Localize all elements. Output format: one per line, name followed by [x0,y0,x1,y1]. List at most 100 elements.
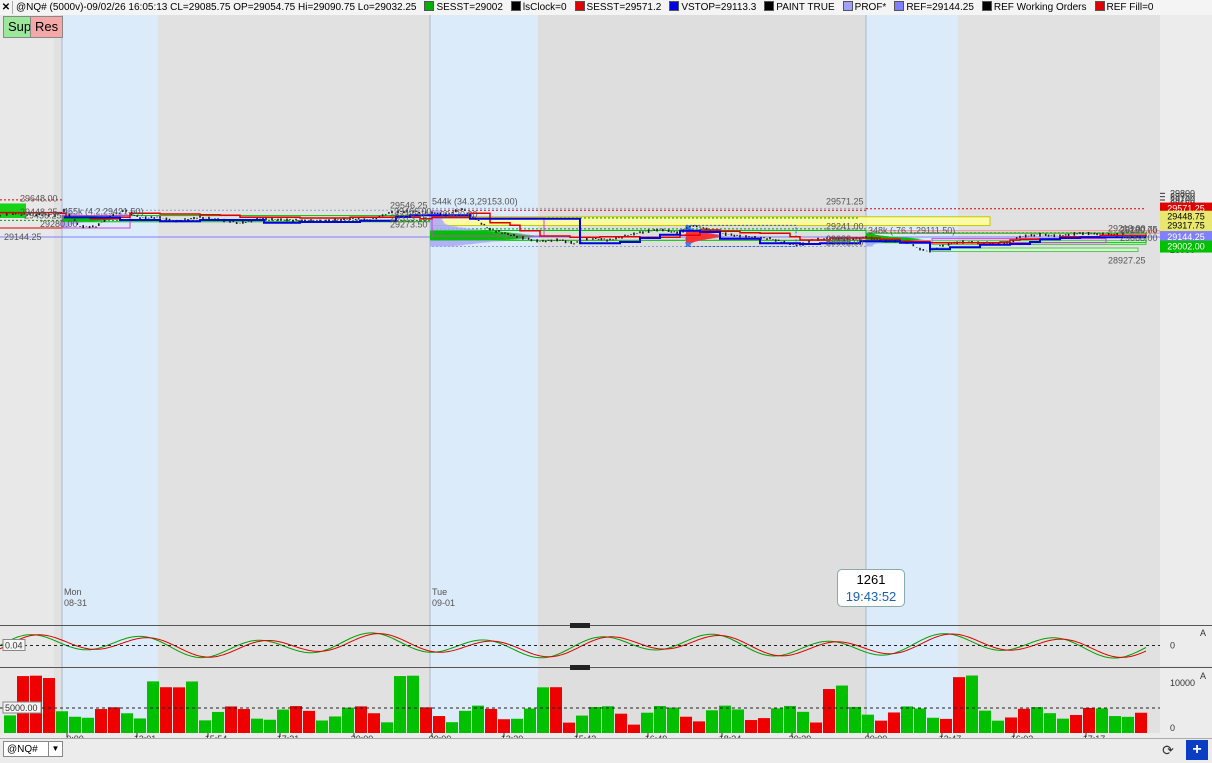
study-item[interactable]: REF=29144.25 [891,0,979,15]
volume-bar [1018,708,1030,733]
session-shading [866,15,958,625]
volume-bar [342,707,354,733]
volume-bar [615,713,627,733]
volume-level-label: 5000.00 [5,703,38,713]
volume-bar [914,708,926,733]
volume-bar [927,717,939,733]
volume-bar [1135,712,1147,733]
chart-annotation: 29241.00 [826,222,864,232]
volume-bar [524,708,536,733]
volume-bar [1057,718,1069,733]
volume-bar [602,706,614,733]
volume-bar [706,710,718,733]
volume-bar [771,708,783,733]
volume-bar [82,717,94,733]
study-color-swatch [574,1,585,11]
oscillator-pane-tag: A [1200,628,1206,638]
volume-bar [693,721,705,733]
study-item[interactable]: VSTOP=29113.3 [666,0,761,15]
study-item[interactable]: PAINT TRUE [761,0,839,15]
volume-bar [1044,713,1056,733]
study-color-swatch [510,1,521,11]
chart-window: ✕ @NQ# (5000v)-09/02/26 16:05:13 CL=29085… [0,0,1212,763]
volume-bar [966,675,978,733]
chart-annotation: 29273.50 [390,219,428,229]
volume-bar [901,706,913,733]
volume-bar [979,710,991,733]
close-chart-button[interactable]: ✕ [0,1,13,14]
volume-bar [498,719,510,733]
study-color-swatch [764,1,775,11]
volume-bar [810,722,822,733]
resistance-button[interactable]: Res [30,16,64,38]
volume-bar [433,716,445,733]
study-item[interactable]: REF Working Orders [979,0,1092,15]
volume-bar [875,720,887,733]
day-label: Mon [64,587,82,597]
volume-bar [628,724,640,733]
volume-axis-label: 0 [1170,723,1175,733]
study-color-swatch [669,1,680,11]
volume-bar [381,722,393,733]
volume-bar [1005,717,1017,733]
oscillator-axis-label: 0 [1170,641,1175,651]
volume-bar [108,707,120,733]
volume-bar [420,707,432,733]
volume-bar [485,708,497,733]
volume-bar [407,675,419,733]
volume-bar [121,713,133,733]
session-shading [62,15,158,625]
study-color-swatch [424,1,435,11]
symbol-label: @NQ# [7,744,38,755]
volume-bar [303,710,315,733]
chart-annotation: 348k (-76.1,29111.50) [868,225,955,235]
study-item[interactable]: SESST=29002 [421,0,507,15]
refresh-icon[interactable]: ⟳ [1158,741,1178,759]
volume-bar [4,715,16,733]
study-label: SESST=29571.2 [586,2,662,13]
volume-bar [394,676,406,733]
volume-bar [797,711,809,733]
price-tag-label: 29317.75 [1167,220,1205,230]
volume-bar [43,678,55,733]
day-label: Tue [432,587,447,597]
symbol-selector[interactable]: @NQ# ▼ [3,741,63,757]
study-color-swatch [894,1,905,11]
volume-bar [537,687,549,733]
chart-annotation: 29280.00 [40,219,78,229]
study-label: @NQ# (5000v)-09/02/26 16:05:13 CL=29085.… [16,2,417,13]
study-item[interactable]: lsClock=0 [508,0,572,15]
volume-bar [511,718,523,733]
volume-bar [225,706,237,733]
volume-bar [1070,714,1082,733]
study-item[interactable]: REF Fill=0 [1092,0,1159,15]
pane-grip [570,665,590,670]
day-date-label: 08-31 [64,598,87,608]
study-item[interactable]: @NQ# (5000v)-09/02/26 16:05:13 CL=29085.… [13,0,421,15]
volume-bar [1083,707,1095,733]
session-shading [0,15,54,625]
volume-bar [667,707,679,733]
study-label: REF=29144.25 [906,2,974,13]
chart-canvas[interactable]: 29648.00455k (4.2,29421.50)29546.25 544k … [0,15,1212,738]
chevron-down-icon[interactable]: ▼ [48,742,62,756]
volume-axis-label: 10000 [1170,678,1195,688]
add-pane-button[interactable]: + [1186,740,1208,760]
price-axis [1160,15,1212,625]
volume-bar [56,711,68,733]
volume-bar [95,709,107,733]
volume-bar [446,722,458,733]
volume-bar [654,705,666,733]
volume-bar [849,706,861,733]
study-item[interactable]: SESST=29571.2 [572,0,667,15]
bar-volume-count: 1261 [856,572,886,587]
volume-bar [199,720,211,733]
session-shading [538,15,866,625]
bar-timer: 1261 19:43:52 [837,569,905,607]
study-item[interactable]: PROF* [840,0,892,15]
volume-bar [355,706,367,733]
volume-bar [563,722,575,733]
volume-bar [719,705,731,733]
study-label: REF Working Orders [993,2,1087,13]
volume-bar [576,715,588,733]
